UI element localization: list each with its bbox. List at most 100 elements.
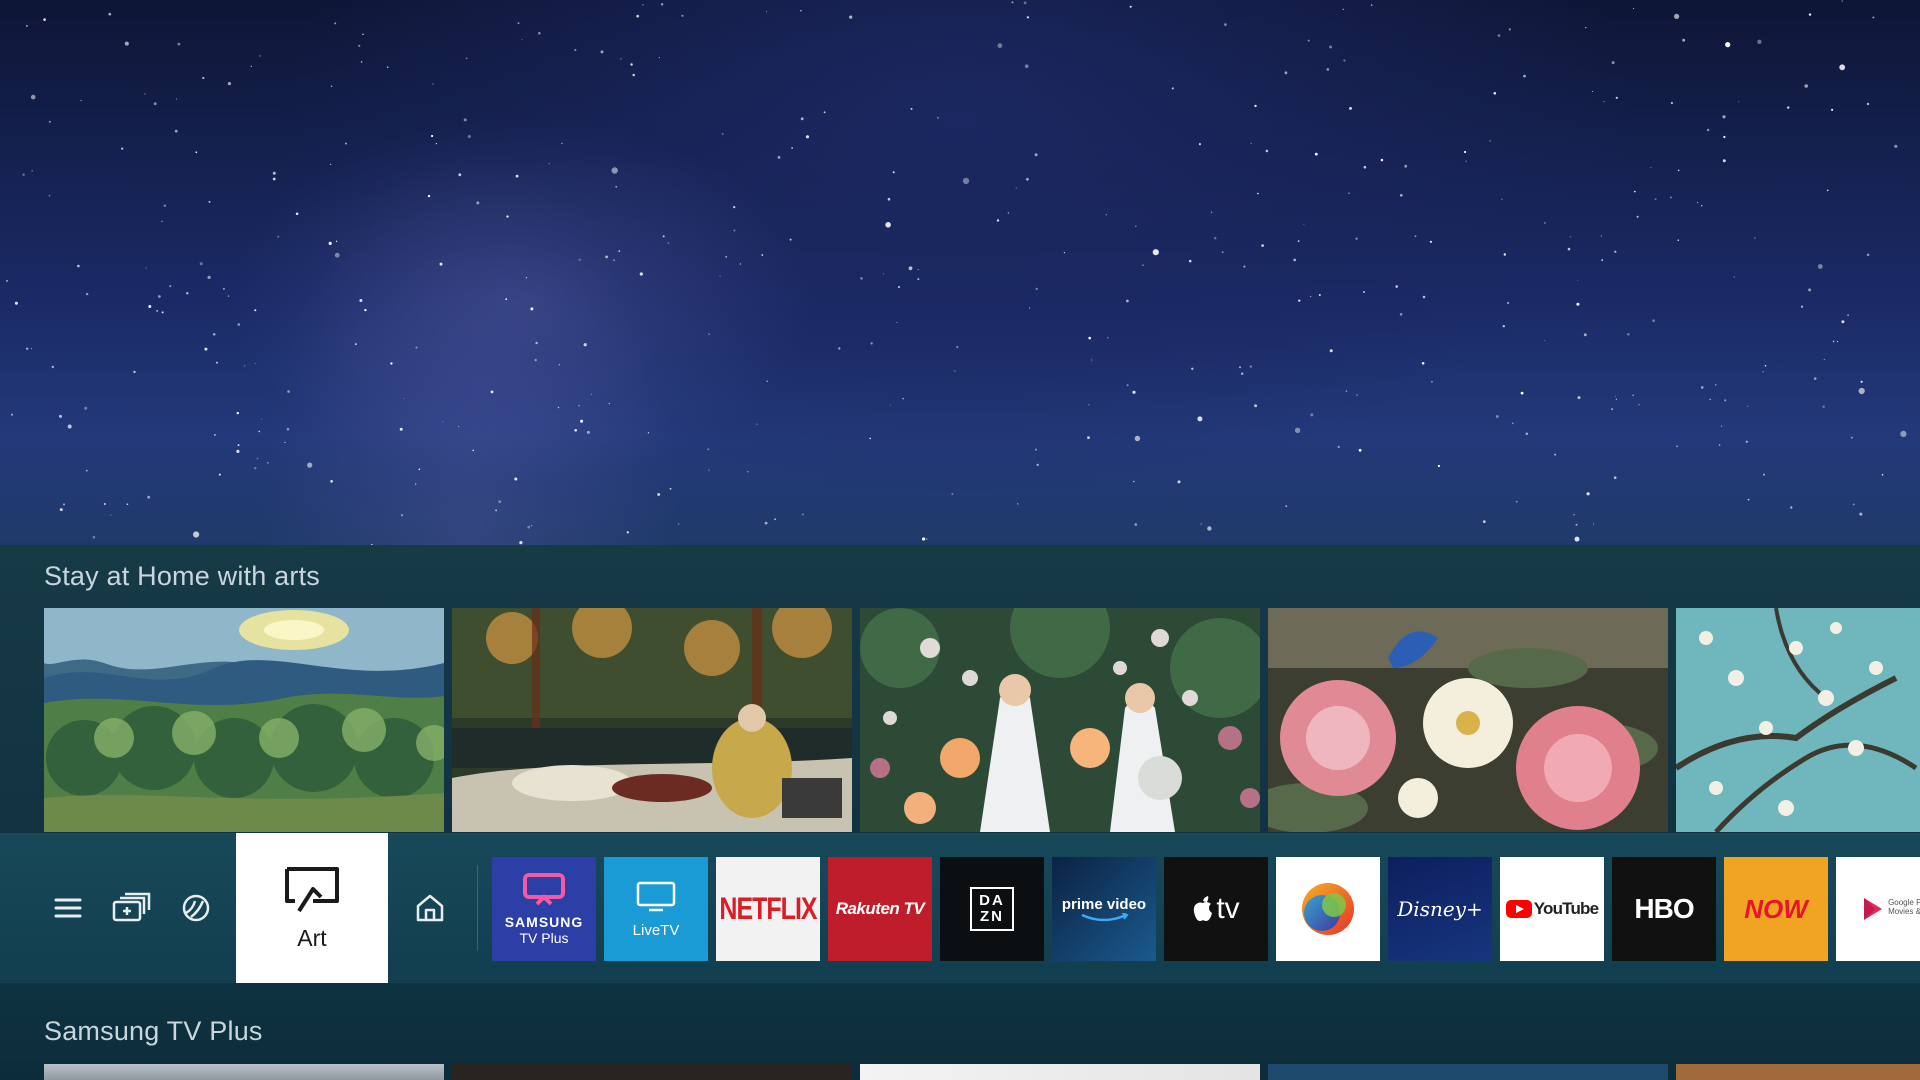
tvplus-thumb[interactable]	[44, 1064, 444, 1080]
art-tile-picnic[interactable]	[452, 608, 852, 832]
star	[1132, 390, 1136, 394]
app-hbo[interactable]: HBO	[1612, 857, 1716, 961]
app-label: Rakuten TV	[835, 899, 925, 918]
star	[1852, 503, 1855, 506]
star	[1636, 215, 1639, 218]
star	[250, 65, 252, 67]
star	[1134, 523, 1138, 526]
star	[962, 177, 970, 185]
star	[1309, 295, 1312, 298]
star	[1380, 158, 1384, 162]
star	[1573, 514, 1575, 516]
sources-icon[interactable]	[108, 833, 156, 983]
row-title-tvplus: Samsung TV Plus	[44, 1016, 263, 1046]
star	[6, 280, 8, 282]
star	[1356, 394, 1358, 396]
star	[525, 277, 528, 279]
star	[1088, 404, 1090, 406]
star	[108, 12, 112, 16]
star	[892, 171, 895, 174]
star	[1822, 405, 1825, 408]
star	[1294, 427, 1301, 433]
app-netflix[interactable]: NETFLIX	[716, 857, 820, 961]
app-label: YouTube	[1533, 899, 1599, 918]
app-dazn[interactable]: DA ZN	[940, 857, 1044, 961]
star	[662, 235, 665, 238]
app-label-line1: Google Pl	[1888, 898, 1920, 907]
art-tile-lanterns[interactable]	[860, 608, 1260, 832]
star	[1239, 366, 1241, 369]
tvplus-thumb[interactable]	[1268, 1064, 1668, 1080]
star	[897, 285, 901, 289]
star	[578, 404, 580, 407]
star	[1036, 463, 1039, 466]
app-google-play-movies[interactable]: Google Pl Movies & T	[1836, 857, 1920, 961]
star	[910, 107, 913, 110]
star	[472, 449, 475, 452]
app-now[interactable]: NOW	[1724, 857, 1828, 961]
star	[1674, 13, 1680, 19]
star	[574, 48, 577, 52]
menu-icon[interactable]	[46, 833, 90, 983]
art-tile-almond-blossom[interactable]	[1676, 608, 1920, 832]
star	[1034, 448, 1037, 451]
star	[1024, 64, 1029, 68]
app-disney-plus[interactable]: Disney+	[1388, 857, 1492, 961]
star	[530, 524, 533, 527]
star	[390, 362, 393, 365]
hero-starfield-image	[0, 0, 1920, 545]
art-tile-olive-trees[interactable]	[44, 608, 444, 832]
star	[344, 142, 347, 145]
star	[490, 390, 494, 394]
star	[1511, 422, 1514, 425]
star	[1718, 444, 1721, 446]
art-tile-flowers[interactable]	[1268, 608, 1668, 832]
app-prime-video[interactable]: prime video	[1052, 857, 1156, 961]
star	[800, 9, 802, 12]
samsung-tv-plus-icon	[523, 873, 565, 906]
star	[1152, 249, 1159, 256]
star	[611, 167, 618, 174]
app-rakuten-tv[interactable]: Rakuten TV	[828, 857, 932, 961]
star	[1787, 106, 1790, 109]
star	[1847, 314, 1849, 317]
tvplus-thumb[interactable]	[1676, 1064, 1920, 1080]
star	[1087, 436, 1090, 439]
star	[583, 343, 587, 347]
star	[1399, 313, 1403, 316]
star	[1502, 325, 1506, 328]
star	[84, 406, 88, 410]
art-focused-tile[interactable]: Art	[236, 833, 388, 983]
app-samsung-tv-plus[interactable]: SAMSUNG TV Plus	[492, 857, 596, 961]
star	[216, 361, 218, 364]
star	[1670, 101, 1673, 105]
star	[43, 18, 46, 21]
art-frame-icon	[285, 866, 339, 912]
star	[1337, 445, 1340, 449]
star	[777, 156, 781, 159]
star	[1813, 377, 1817, 380]
star	[669, 487, 672, 490]
star	[721, 133, 724, 135]
star	[1422, 295, 1426, 299]
ambient-icon[interactable]	[176, 833, 216, 983]
app-youtube[interactable]: YouTube	[1500, 857, 1604, 961]
star	[519, 541, 523, 545]
tvplus-thumb[interactable]	[860, 1064, 1260, 1080]
star	[1627, 333, 1630, 336]
star	[1126, 299, 1129, 303]
star	[517, 22, 520, 25]
row-title-arts: Stay at Home with arts	[44, 561, 320, 591]
app-apple-tv[interactable]: tv	[1164, 857, 1268, 961]
star	[885, 222, 891, 228]
app-livetv[interactable]: LiveTV	[604, 857, 708, 961]
star	[495, 509, 497, 512]
app-discovery-plus[interactable]	[1276, 857, 1380, 961]
star	[259, 55, 261, 57]
star	[48, 120, 51, 123]
star	[1224, 23, 1227, 26]
star	[591, 393, 592, 395]
home-icon[interactable]	[408, 833, 452, 983]
star	[922, 537, 926, 541]
tvplus-thumb[interactable]	[452, 1064, 852, 1080]
